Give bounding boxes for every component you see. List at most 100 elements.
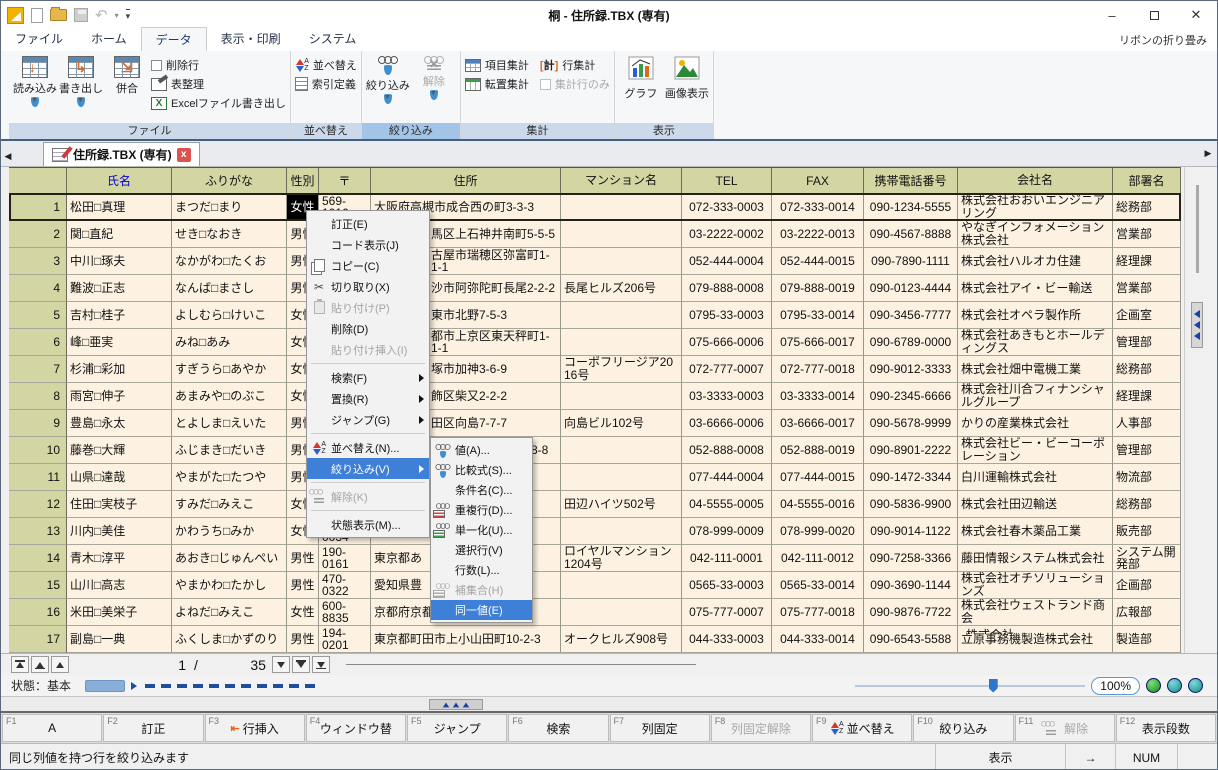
cell-num[interactable]: 3 (9, 248, 67, 275)
page-down-button[interactable] (292, 656, 310, 673)
ribbon-button-転置集計[interactable]: 転置集計 (465, 76, 529, 92)
cell-mobile[interactable]: 090-5678-9999 (864, 410, 958, 437)
ribbon-tab-3[interactable]: データ (141, 27, 207, 51)
cell-tel[interactable]: 0565-33-0003 (682, 572, 772, 599)
cell-fax[interactable]: 079-888-0019 (772, 275, 864, 302)
cell-company[interactable]: 株式会社オチソリューションズ (958, 572, 1113, 599)
function-key-F9[interactable]: F9AZ並べ替え (812, 714, 912, 742)
maximize-button[interactable] (1133, 2, 1175, 29)
menu-item-同一値(E)[interactable]: 同一値(E) (431, 600, 532, 620)
ribbon-tab-5[interactable]: システム (295, 27, 371, 51)
cell-name[interactable]: 峰□亜実 (67, 329, 172, 356)
cell-num[interactable]: 13 (9, 518, 67, 545)
ribbon-button-索引定義[interactable]: 索引定義 (295, 76, 357, 92)
row-down-button[interactable] (272, 656, 290, 673)
ribbon-button-読み込み[interactable]: ↓読み込み▼ (13, 53, 57, 107)
table-row[interactable]: 2関□直紀せき□なおき男性馬区上石神井南町5-5-503-2222-000203… (9, 221, 1181, 248)
ribbon-tab-4[interactable]: 表示・印刷 (207, 27, 295, 51)
cell-mansion[interactable] (561, 194, 682, 221)
menu-item-単一化(U)...[interactable]: 単一化(U)... (431, 520, 532, 540)
cell-num[interactable]: 10 (9, 437, 67, 464)
cell-tel[interactable]: 042-111-0001 (682, 545, 772, 572)
cell-name[interactable]: 豊島□永太 (67, 410, 172, 437)
table-row[interactable]: 10藤巻□大輝ふじまき□だいき男性8-8052-888-0008052-888-… (9, 437, 1181, 464)
cell-fax[interactable]: 078-999-0020 (772, 518, 864, 545)
cell-dept[interactable]: 物流部 (1113, 464, 1181, 491)
new-file-icon[interactable] (31, 8, 43, 23)
cell-dept[interactable]: 総務部 (1113, 194, 1181, 221)
column-header-性別[interactable]: 性別 (287, 167, 319, 194)
ribbon-button-併合[interactable]: ⇲併合 (105, 53, 149, 96)
ribbon-button-項目集計[interactable]: 項目集計 (465, 57, 529, 73)
cell-dept[interactable]: システム開発部 (1113, 545, 1181, 572)
cell-mansion[interactable]: コーポフリージア2016号 (561, 356, 682, 383)
menu-item-絞り込み(V)[interactable]: 絞り込み(V) (307, 458, 429, 479)
cell-gender[interactable]: 男性 (287, 626, 319, 653)
cell-company[interactable]: 株式会社あきもとホールディングス (958, 329, 1113, 356)
function-key-F2[interactable]: F2訂正 (103, 714, 203, 742)
column-header-氏名[interactable]: 氏名 (67, 167, 172, 194)
tab-scroll-right-icon[interactable]: ▶ (1201, 143, 1215, 163)
column-header-携帯電話番号[interactable]: 携帯電話番号 (864, 167, 958, 194)
cell-num[interactable]: 1 (9, 194, 67, 221)
table-row[interactable]: 6峰□亜実みね□あみ女性都市上京区東天秤町1-1-1075-666-000607… (9, 329, 1181, 356)
cell-mansion[interactable]: 田辺ハイツ502号 (561, 491, 682, 518)
cell-kana[interactable]: せき□なおき (172, 221, 287, 248)
undo-dropdown-icon[interactable]: ▾ (115, 11, 119, 20)
cell-gender[interactable]: 女性 (287, 599, 319, 626)
cell-address[interactable]: 東京都町田市上小山田町10-2-3 (371, 626, 561, 653)
function-key-F3[interactable]: F3⇤行挿入 (205, 714, 305, 742)
cell-kana[interactable]: ふくしま□かずのり (172, 626, 287, 653)
cell-fax[interactable]: 042-111-0012 (772, 545, 864, 572)
customize-toolbar-icon[interactable]: ▾ (126, 9, 131, 22)
cell-mobile[interactable]: 090-7890-1111 (864, 248, 958, 275)
cell-kana[interactable]: あまみや□のぶこ (172, 383, 287, 410)
cell-company[interactable]: 株式会社ウェストランド商会 (958, 599, 1113, 626)
status-view-mode[interactable]: 表示 (935, 744, 1065, 770)
cell-tel[interactable]: 03-2222-0002 (682, 221, 772, 248)
cell-name[interactable]: 山県□達哉 (67, 464, 172, 491)
cell-name[interactable]: 川内□美佳 (67, 518, 172, 545)
cell-fax[interactable]: 044-333-0014 (772, 626, 864, 653)
undo-icon[interactable]: ↶ (95, 8, 108, 23)
cell-name[interactable]: 杉浦□彩加 (67, 356, 172, 383)
table-row[interactable]: 13川内□美佳かわうち□みか女性657-0034兵庫県神078-999-0009… (9, 518, 1181, 545)
cell-name[interactable]: 住田□実枝子 (67, 491, 172, 518)
cell-fax[interactable]: 03-3333-0014 (772, 383, 864, 410)
table-row[interactable]: 9豊島□永太とよしま□えいた男性田区向島7-7-7向島ビル102号03-6666… (9, 410, 1181, 437)
column-header-部署名[interactable]: 部署名 (1113, 167, 1181, 194)
zoom-slider[interactable] (855, 685, 1085, 687)
menu-item-選択行(V)[interactable]: 選択行(V) (431, 540, 532, 560)
column-header-TEL[interactable]: TEL (682, 167, 772, 194)
column-header-ふりがな[interactable]: ふりがな (172, 167, 287, 194)
cell-tel[interactable]: 078-999-0009 (682, 518, 772, 545)
ribbon-button-行集計[interactable]: [計]行集計 (540, 57, 610, 73)
cell-name[interactable]: 副島□一典 (67, 626, 172, 653)
cell-mansion[interactable]: オークヒルズ908号 (561, 626, 682, 653)
menu-item-検索(F)[interactable]: 検索(F) (307, 367, 429, 388)
cell-company[interactable]: 株式会社川合フィナンシャルグループ (958, 383, 1113, 410)
cell-num[interactable]: 11 (9, 464, 67, 491)
cell-company[interactable]: 株式会社春木薬品工業 (958, 518, 1113, 545)
cell-fax[interactable]: 03-6666-0017 (772, 410, 864, 437)
tab-close-icon[interactable]: x (177, 148, 191, 162)
ribbon-button-表整理[interactable]: 表整理 (151, 76, 286, 92)
column-header-〒[interactable]: 〒 (319, 167, 371, 194)
cell-name[interactable]: 山川□高志 (67, 572, 172, 599)
menu-item-並べ替え(N)...[interactable]: AZ並べ替え(N)... (307, 437, 429, 458)
cell-mansion[interactable] (561, 383, 682, 410)
cell-mobile[interactable]: 090-3690-1144 (864, 572, 958, 599)
ribbon-button-書き出し[interactable]: ↳書き出し▼ (59, 53, 103, 107)
cell-name[interactable]: 米田□美栄子 (67, 599, 172, 626)
cell-tel[interactable]: 03-3333-0003 (682, 383, 772, 410)
function-key-F10[interactable]: F10絞り込み (913, 714, 1013, 742)
cell-mobile[interactable]: 090-0123-4444 (864, 275, 958, 302)
cell-mobile[interactable]: 090-9876-7722 (864, 599, 958, 626)
cell-kana[interactable]: みね□あみ (172, 329, 287, 356)
cell-kana[interactable]: よねだ□みえこ (172, 599, 287, 626)
menu-item-状態表示(M)...[interactable]: 状態表示(M)... (307, 514, 429, 535)
ribbon-button-絞り込み[interactable]: 絞り込み▼ (366, 53, 410, 104)
table-row[interactable]: 16米田□美栄子よねだ□みえこ女性600-8835京都府京都075-777-00… (9, 599, 1181, 626)
cell-mansion[interactable] (561, 464, 682, 491)
cell-gender[interactable]: 男性 (287, 545, 319, 572)
